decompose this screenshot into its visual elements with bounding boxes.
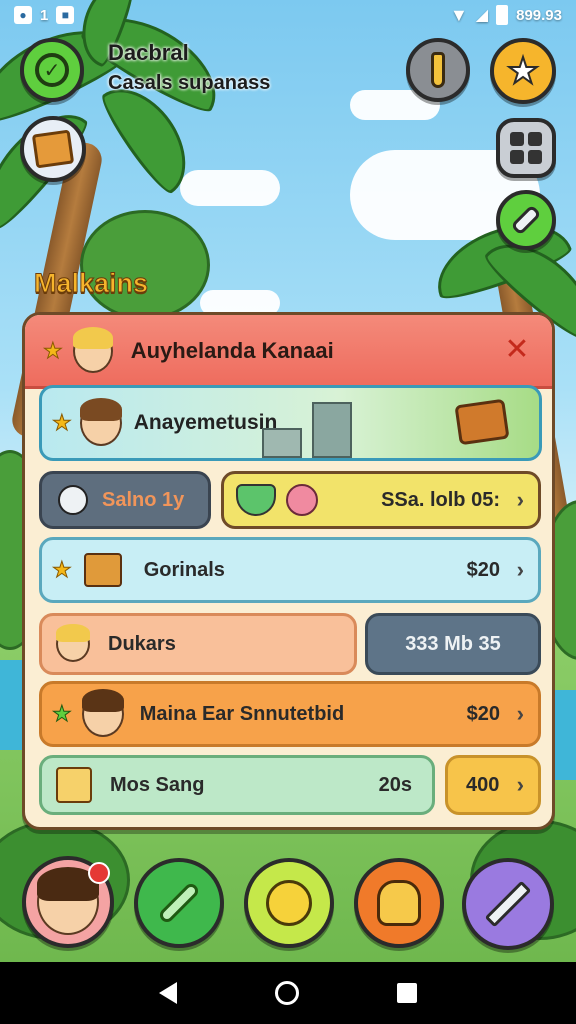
player-subtitle: Casals supanass [108,72,271,94]
shop-item-left[interactable]: Salno 1y [39,471,211,529]
shop-item[interactable]: ★ Maina Ear Snnutetbid $20 › [39,681,541,747]
item-price: $20 [466,702,500,725]
star-icon: ★ [52,410,73,436]
item-label: Gorinals [143,558,225,581]
pig-icon [286,484,318,516]
chevron-right-icon: › [516,772,524,797]
status-bar: ● 1 ■ ▼ ◢ 899.93 [0,0,576,30]
shop-item-price-button[interactable]: 400 › [445,755,541,815]
recent-apps-icon[interactable] [397,983,417,1003]
app-icon: ■ [56,6,75,24]
sword-icon [56,767,92,803]
notification-badge [88,862,110,884]
avatar [56,624,90,662]
section-title: Malkains [33,268,149,299]
chevron-right-icon: › [516,701,524,726]
building-icon [262,428,302,458]
item-price: SSa. lolb 05: [381,488,500,511]
bush [80,210,210,320]
back-icon[interactable] [159,982,177,1004]
torch-icon [431,52,445,88]
chick-button[interactable] [244,858,334,948]
wifi-icon: ▼ [449,4,468,25]
chevron-right-icon: › [516,487,524,512]
shop-item[interactable]: SSa. lolb 05: › [221,471,541,529]
wrench-icon [510,204,542,236]
leaf-sword-icon [157,881,201,925]
item-price: 400 [466,773,500,796]
character-icon [377,880,421,926]
star-icon: ★ [52,557,73,583]
item-price: 333 Mb 35 [405,632,501,655]
shop-item-price-button[interactable]: 333 Mb 35 [365,613,541,675]
chevron-right-icon: › [516,557,524,582]
signal-icon: ◢ [475,7,489,24]
character-button[interactable] [354,858,444,948]
alert-button[interactable] [406,38,470,102]
pencil-button[interactable] [462,858,554,950]
profile-button[interactable] [22,856,114,948]
skull-icon [58,485,88,515]
plant-pot-icon [83,553,122,587]
item-label: Mos Sang [110,773,205,796]
status-time: 899.93 [516,6,562,24]
leaf-sword-button[interactable] [134,858,224,948]
cloud [180,170,280,206]
notification-icon: ● [14,6,32,24]
item-price: $20 [466,558,500,581]
panel-header: ★ Auyhelanda Kanaai ✕ [25,315,552,389]
pencil-icon [484,880,532,928]
item-label: Maina Ear Snnutetbid [139,702,345,725]
star-icon: ★ [43,337,64,363]
item-label: Dukars [108,632,176,655]
item-value: 20s [378,773,412,796]
grid-icon [510,132,542,164]
status-left-num: 1 [40,6,49,24]
close-icon[interactable]: ✕ [502,335,532,365]
chick-icon [266,880,312,926]
map-button[interactable] [20,116,86,182]
banner-title: Anayemetusin [133,411,278,434]
bowl-icon [236,484,276,516]
home-icon[interactable] [275,981,299,1005]
shop-item[interactable]: ★ Gorinals $20 › [39,537,541,603]
avatar [81,689,124,737]
shop-item[interactable]: Dukars [39,613,357,675]
battery-icon [496,5,509,25]
star-icon: ★ [52,701,73,727]
favorites-button[interactable]: ★ [490,38,556,104]
avatar [72,326,113,373]
featured-banner[interactable]: ★ Anayemetusin [39,385,542,461]
player-name: Dacbral [108,40,189,65]
check-icon: ✓ [35,53,69,87]
avatar [79,398,122,446]
inventory-button[interactable] [496,118,556,178]
panel-title: Auyhelanda Kanaai [130,337,334,363]
item-label: Salno 1y [102,488,185,511]
shop-panel: ★ Auyhelanda Kanaai ✕ ★ Anayemetusin Sal… [22,312,555,830]
star-icon: ★ [506,49,540,92]
checkmark-button[interactable]: ✓ [20,38,84,102]
treasure-chest-icon [454,398,510,446]
tools-button[interactable] [496,190,556,250]
shop-item[interactable]: Mos Sang 20s [39,755,435,815]
map-icon [31,129,75,169]
system-nav-bar [0,962,576,1024]
building-icon [312,402,352,458]
